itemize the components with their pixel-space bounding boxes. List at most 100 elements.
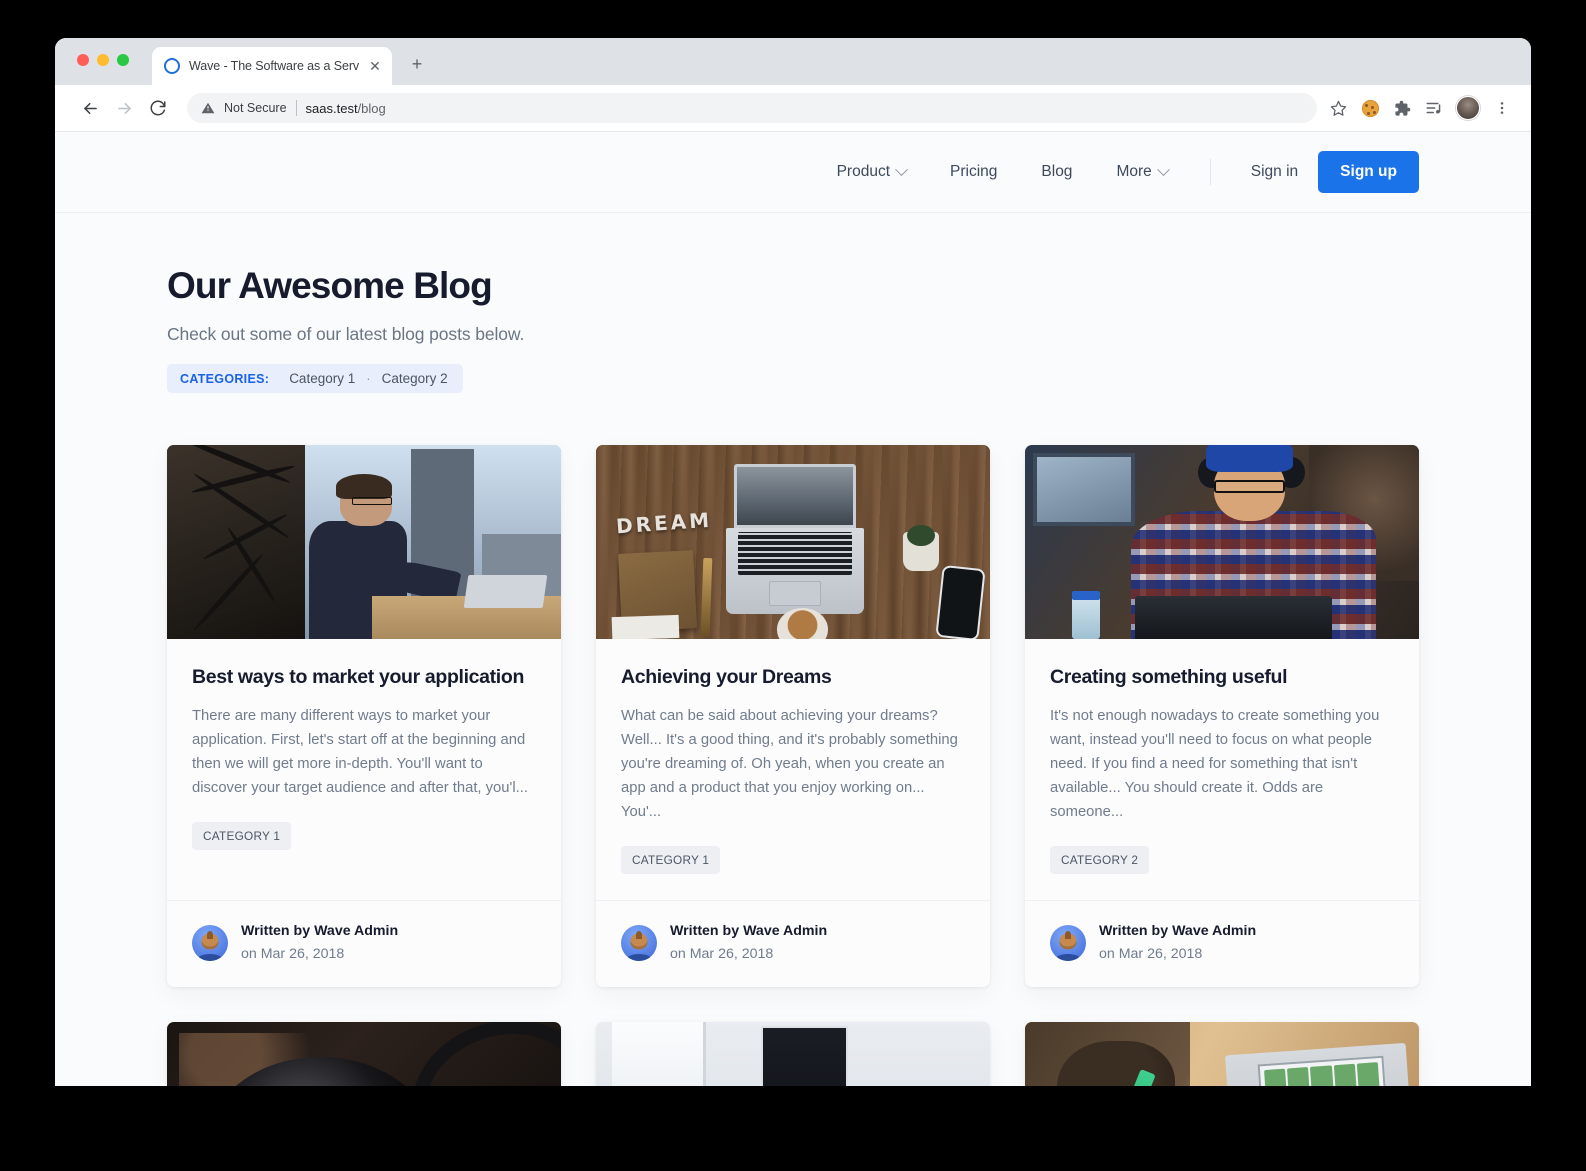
photo-headphones-dark-icon [167,1021,561,1086]
nav-item-more[interactable]: More [1094,162,1189,181]
post-excerpt: What can be said about achieving your dr… [621,708,958,821]
author-meta: Written by Wave Admin on Mar 26, 2018 [670,920,827,965]
post-image[interactable] [596,1021,990,1086]
post-image[interactable] [167,445,561,639]
sign-up-button[interactable]: Sign up [1318,151,1419,193]
author-meta: Written by Wave Admin on Mar 26, 2018 [241,920,398,965]
nav-item-product-label: Product [836,163,891,180]
post-body: Creating something useful It's not enoug… [1025,639,1419,875]
post-image[interactable] [1025,445,1419,639]
nav-divider [1209,159,1211,185]
categories-list: Category 1 · Category 2 [287,371,449,386]
post-title[interactable]: Achieving your Dreams [621,665,965,689]
post-author: Written by Wave Admin [1099,923,1257,940]
post-category-pill[interactable]: CATEGORY 1 [621,846,721,875]
blog-post-card[interactable] [596,1021,990,1086]
post-body: Achieving your Dreams What can be said a… [596,639,990,875]
post-excerpt: There are many different ways to market … [192,708,528,797]
post-title[interactable]: Best ways to market your application [192,665,536,689]
post-footer: Written by Wave Admin on Mar 26, 2018 [167,900,561,986]
nav-item-pricing-label: Pricing [950,163,998,180]
chevron-down-icon [895,162,908,176]
new-tab-button[interactable]: + [405,53,429,77]
author-meta: Written by Wave Admin on Mar 26, 2018 [1099,920,1256,965]
blog-post-card[interactable]: Best ways to market your application The… [167,445,561,987]
close-tab-icon[interactable]: ✕ [368,59,382,73]
back-icon[interactable] [73,91,107,125]
blog-post-card[interactable]: Creating something useful It's not enoug… [1025,445,1419,987]
url-path: /blog [357,100,386,116]
extensions-puzzle-icon[interactable] [1387,93,1417,123]
profile-avatar-icon[interactable] [1454,94,1482,122]
photo-writing-green-pen-icon [1025,1021,1419,1086]
media-playlist-icon[interactable] [1419,93,1449,123]
post-body: Best ways to market your application The… [167,639,561,874]
blog-post-grid: Best ways to market your application The… [167,445,1419,1086]
author-avatar [621,924,657,961]
cookie-icon[interactable] [1355,93,1385,123]
main-navigation: Product Pricing Blog More Sign in Sign u… [815,151,1419,193]
post-title[interactable]: Creating something useful [1050,665,1394,689]
categories-label: CATEGORIES: [180,371,270,386]
bookmark-star-icon[interactable] [1323,93,1353,123]
tab-title: Wave - The Software as a Serv [189,59,359,73]
post-category-pill[interactable]: CATEGORY 2 [1050,846,1150,875]
category-link-2[interactable]: Category 2 [380,371,450,386]
nav-item-blog-label: Blog [1041,163,1073,180]
toolbar-action-icons [1323,93,1517,123]
url-text: saas.test/blog [306,101,386,116]
page-viewport: Product Pricing Blog More Sign in Sign u… [55,132,1531,1086]
post-date: on Mar 26, 2018 [1099,945,1203,962]
post-image[interactable] [1025,1021,1419,1086]
photo-man-headphones-cafe-laptop-icon [1025,445,1419,639]
post-footer: Written by Wave Admin on Mar 26, 2018 [1025,900,1419,986]
post-excerpt: It's not enough nowadays to create somet… [1050,708,1380,821]
chrome-menu-icon[interactable] [1487,93,1517,123]
blog-post-card[interactable] [167,1021,561,1086]
nav-item-more-label: More [1116,163,1152,180]
post-date: on Mar 26, 2018 [670,945,774,962]
nav-item-blog[interactable]: Blog [1019,163,1094,181]
author-avatar [1050,924,1086,961]
category-link-1[interactable]: Category 1 [287,371,357,386]
post-category-pill[interactable]: CATEGORY 1 [192,822,292,851]
omnibox-divider [295,100,297,116]
browser-tabstrip: Wave - The Software as a Serv ✕ + [55,38,1531,85]
page-title: Our Awesome Blog [167,265,493,306]
address-bar[interactable]: Not Secure saas.test/blog [187,93,1317,123]
post-footer: Written by Wave Admin on Mar 26, 2018 [596,900,990,986]
post-author: Written by Wave Admin [670,923,828,940]
nav-item-product[interactable]: Product [815,162,928,181]
photo-desk-code-laptop-icon [596,1021,990,1086]
not-secure-warning-icon [201,102,215,114]
post-image[interactable]: DREAM [596,445,990,639]
blog-post-card[interactable]: DREAM Achieving your Dreams What can be … [596,445,990,987]
category-separator: · [366,371,371,386]
nav-item-pricing[interactable]: Pricing [928,163,1019,181]
photo-man-standing-desk-window-icon [167,445,561,639]
post-date: on Mar 26, 2018 [241,945,345,962]
url-host: saas.test [305,100,358,116]
wave-logo-favicon-icon [164,58,180,74]
post-image[interactable] [167,1021,561,1086]
sign-in-link[interactable]: Sign in [1231,163,1318,181]
maximize-window-button[interactable] [117,54,129,66]
forward-icon[interactable] [107,91,141,125]
minimize-window-button[interactable] [97,54,109,66]
close-window-button[interactable] [77,54,89,66]
browser-toolbar: Not Secure saas.test/blog [55,85,1531,132]
blog-post-card[interactable] [1025,1021,1419,1086]
page-subtitle: Check out some of our latest blog posts … [167,324,525,344]
chevron-down-icon [1156,162,1170,176]
reload-icon[interactable] [141,91,175,125]
post-author: Written by Wave Admin [241,923,399,940]
categories-bar: CATEGORIES: Category 1 · Category 2 [167,364,463,393]
site-header: Product Pricing Blog More Sign in Sign u… [55,132,1531,213]
author-avatar [192,924,228,961]
blog-content: Our Awesome Blog Check out some of our l… [55,213,1531,1086]
security-status-label: Not Secure [224,101,287,115]
browser-tab-active[interactable]: Wave - The Software as a Serv ✕ [152,47,392,85]
window-controls [77,54,129,66]
photo-dream-flatlay-laptop-desk-icon: DREAM [596,445,990,639]
browser-window: Wave - The Software as a Serv ✕ + Not Se… [55,38,1531,1086]
